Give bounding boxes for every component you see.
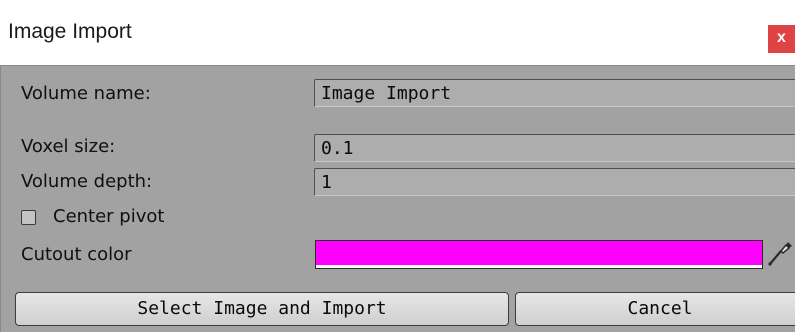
- cancel-button[interactable]: Cancel: [515, 292, 795, 326]
- voxel-size-input[interactable]: [314, 134, 795, 162]
- volume-depth-input[interactable]: [314, 168, 795, 196]
- voxel-size-label: Voxel size:: [21, 136, 116, 157]
- volume-name-label: Volume name:: [21, 83, 151, 104]
- volume-depth-label: Volume depth:: [21, 171, 153, 192]
- cutout-color-swatch[interactable]: [315, 240, 763, 269]
- center-pivot-checkbox[interactable]: [21, 210, 36, 225]
- eyedropper-icon[interactable]: [767, 239, 793, 267]
- image-import-dialog: Image Import x Volume name: Voxel size: …: [0, 0, 795, 332]
- title-bar: Image Import x: [0, 0, 795, 62]
- cutout-color-fill: [316, 241, 762, 265]
- close-button[interactable]: x: [768, 25, 795, 53]
- volume-name-input[interactable]: [314, 79, 795, 107]
- select-image-and-import-button[interactable]: Select Image and Import: [15, 292, 509, 326]
- window-title: Image Import: [8, 20, 132, 43]
- cutout-color-label: Cutout color: [21, 244, 132, 265]
- form-panel: Volume name: Voxel size: Volume depth: C…: [0, 65, 795, 332]
- center-pivot-label: Center pivot: [53, 206, 165, 227]
